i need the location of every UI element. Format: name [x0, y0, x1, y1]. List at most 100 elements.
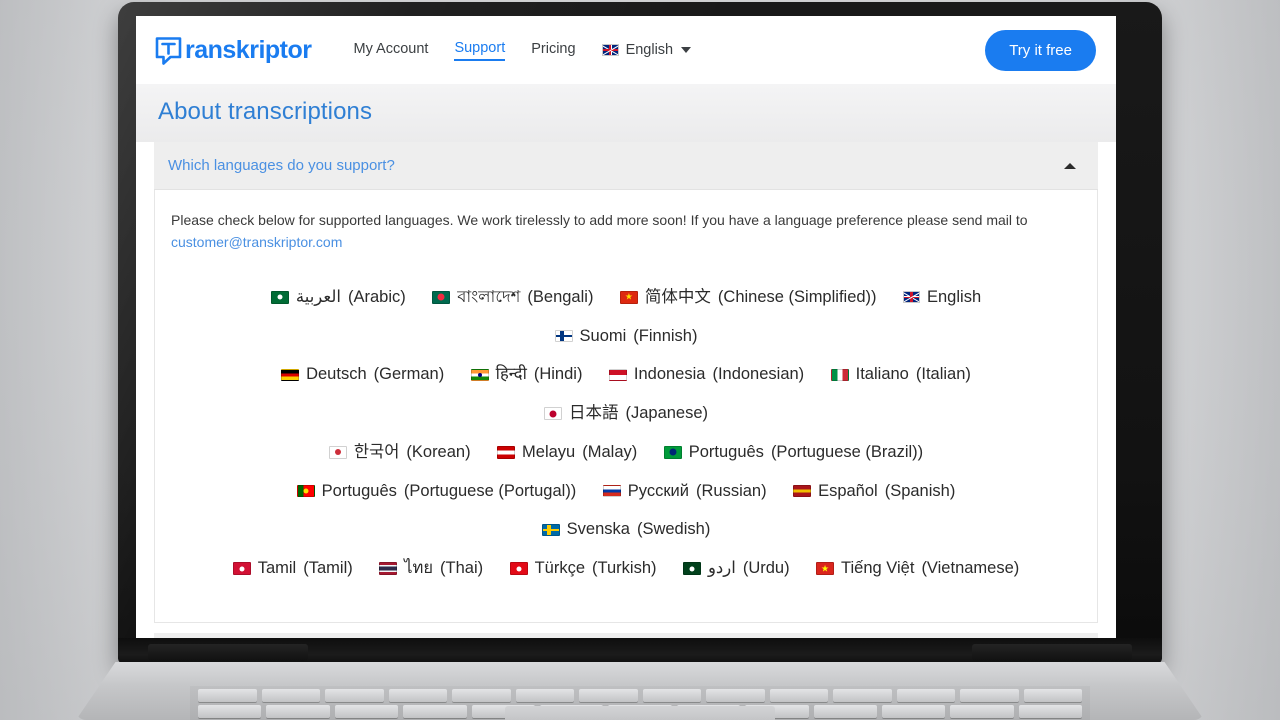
language-item-russian: Русский (Russian): [602, 472, 767, 511]
web-page: ranskriptor My Account Support Pricing E…: [136, 16, 1116, 640]
keyboard-key: [579, 689, 638, 702]
nav-my-account[interactable]: My Account: [353, 41, 428, 60]
keyboard-key: [769, 689, 828, 702]
language-item-vietnamese: Tiếng Việt (Vietnamese): [816, 549, 1019, 588]
language-item-bengali: বাংলাদেশ (Bengali): [432, 278, 593, 317]
flag-brazil-icon: [663, 446, 682, 459]
language-item-turkish: Türkçe (Turkish): [509, 549, 657, 588]
keyboard-key: [515, 689, 574, 702]
keyboard-key: [334, 705, 399, 718]
keyboard-key: [642, 689, 701, 702]
speech-bubble-t-icon: [154, 36, 183, 65]
language-english-name: (Russian): [696, 481, 767, 500]
faq-accordion-list: Which languages do you support? Please c…: [136, 142, 1116, 640]
language-item-english: English: [903, 278, 981, 317]
language-item-finnish: Suomi (Finnish): [554, 317, 698, 356]
language-native-name: বাংলাদেশ: [457, 287, 521, 306]
language-native-name: Português: [688, 442, 764, 461]
language-english-name: (Portuguese (Portugal)): [403, 481, 577, 500]
flag-italy-icon: [830, 368, 849, 382]
language-native-name: Suomi: [579, 326, 627, 345]
flag-indonesia-icon: [608, 368, 627, 382]
language-english-name: (German): [373, 365, 445, 384]
keyboard-key: [198, 705, 262, 718]
language-english-name: (Italian): [915, 365, 971, 384]
flag-bangladesh-icon: [432, 291, 451, 304]
keyboard-key: [452, 689, 511, 702]
language-item-japanese: 日本語 (Japanese): [543, 394, 709, 433]
language-native-name: Tamil: [257, 559, 297, 578]
language-english-name: (Bengali): [527, 287, 594, 306]
flag-finland-icon: [554, 329, 573, 343]
language-item-italian: Italiano (Italian): [830, 355, 971, 394]
language-native-name: Português: [321, 481, 397, 500]
browser-viewport: ranskriptor My Account Support Pricing E…: [136, 16, 1116, 640]
main-navigation: My Account Support Pricing English: [353, 40, 692, 61]
keyboard-row: [190, 689, 1090, 702]
flag-thailand-icon: [379, 562, 398, 575]
try-it-free-button[interactable]: Try it free: [985, 30, 1096, 71]
flag-portugal-icon: [296, 484, 315, 498]
language-english-name: (Japanese): [625, 404, 709, 423]
language-row: Português (Portuguese (Portugal)) Русски…: [195, 472, 1057, 550]
language-native-name: Español: [818, 481, 878, 500]
chevron-up-icon[interactable]: [1064, 162, 1076, 169]
flag-south-korea-icon: [328, 446, 347, 459]
language-selector[interactable]: English: [601, 42, 692, 58]
faq-question-languages: Which languages do you support?: [168, 157, 395, 174]
transkriptor-logo[interactable]: ranskriptor: [154, 35, 312, 65]
language-item-portuguese-brazil: Português (Portuguese (Brazil)): [663, 433, 924, 472]
language-native-name: العربية: [295, 287, 341, 306]
hinge-notch-right: [972, 644, 1132, 661]
support-email-link[interactable]: customer@transkriptor.com: [171, 234, 342, 250]
keyboard-key: [950, 705, 1014, 718]
language-native-name: Deutsch: [306, 365, 367, 384]
language-native-name: اردو: [707, 559, 736, 578]
language-item-thai: ไทย (Thai): [379, 549, 483, 588]
faq-item-languages: Which languages do you support? Please c…: [154, 142, 1098, 624]
keyboard-key: [896, 689, 955, 702]
keyboard-key: [388, 689, 447, 702]
faq-body-languages: Please check below for supported languag…: [154, 190, 1098, 624]
language-native-name: Türkçe: [534, 559, 586, 578]
flag-spain-icon: [793, 484, 812, 498]
page-title-band: About transcriptions: [136, 84, 1116, 142]
language-english-name: (Portuguese (Brazil)): [770, 442, 924, 461]
nav-support[interactable]: Support: [454, 40, 506, 61]
flag-tamil-icon: [232, 562, 251, 575]
flag-pakistan-icon: [682, 562, 701, 575]
page-title: About transcriptions: [158, 98, 373, 125]
language-row: 한국어 (Korean) Melayu (Malay) Português (P…: [195, 433, 1057, 472]
language-item-portuguese-portugal: Português (Portuguese (Portugal)): [296, 472, 577, 511]
language-native-name: Melayu: [522, 442, 576, 461]
language-row: Tamil (Tamil) ไทย (Thai) Türkçe (Turkish…: [195, 549, 1057, 588]
flag-germany-icon: [281, 368, 300, 382]
language-english-name: (Urdu): [742, 559, 790, 578]
nav-pricing[interactable]: Pricing: [531, 41, 575, 60]
language-native-name: 日本語: [568, 404, 619, 423]
flag-china-icon: [619, 291, 638, 304]
language-item-arabic: العربية (Arabic): [270, 278, 406, 317]
language-english-name: (Hindi): [533, 365, 583, 384]
keyboard-key: [960, 689, 1019, 702]
language-native-name: हिन्दी: [495, 365, 527, 384]
language-row: Deutsch (German) हिन्दी (Hindi) Indonesi…: [195, 355, 1057, 433]
language-native-name: Indonesia: [633, 365, 706, 384]
flag-vietnam-icon: [816, 562, 835, 575]
logo-wordmark: ranskriptor: [185, 35, 312, 64]
language-english-name: (Spanish): [884, 481, 956, 500]
flag-japan-icon: [543, 407, 562, 420]
site-header: ranskriptor My Account Support Pricing E…: [136, 16, 1116, 84]
laptop-trackpad: [505, 706, 775, 720]
keyboard-key: [266, 705, 330, 718]
chevron-down-icon: [681, 47, 692, 53]
language-item-tamil: Tamil (Tamil): [232, 549, 353, 588]
flag-saudi-arabia-icon: [270, 291, 289, 304]
keyboard-key: [813, 705, 877, 718]
keyboard-key: [881, 705, 946, 718]
language-native-name: Italiano: [855, 365, 909, 384]
language-english-name: (Finnish): [633, 326, 698, 345]
language-row: العربية (Arabic) বাংলাদেশ (Bengali) ★ 简体…: [195, 278, 1057, 356]
supported-languages-grid: العربية (Arabic) বাংলাদেশ (Bengali) ★ 简体…: [171, 278, 1081, 606]
faq-header-languages[interactable]: Which languages do you support?: [154, 142, 1098, 190]
